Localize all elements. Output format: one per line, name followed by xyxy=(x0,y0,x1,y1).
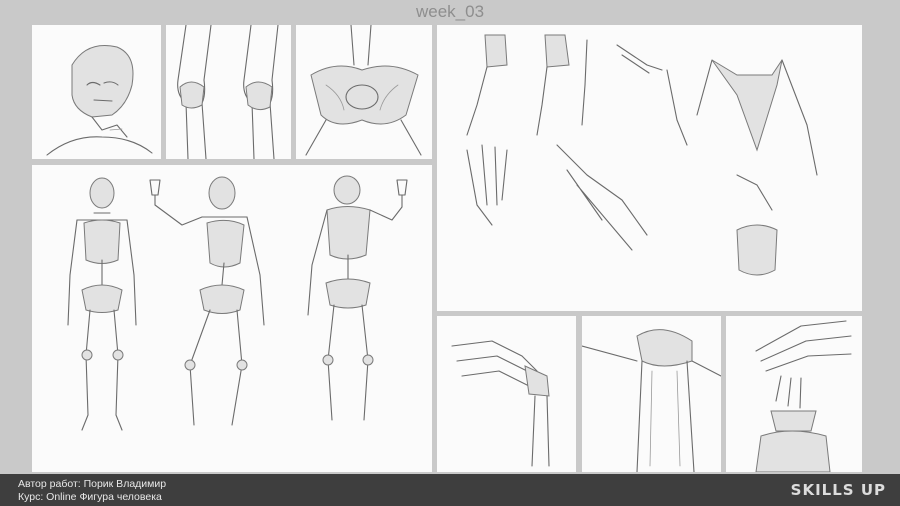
skills-up-logo: SKILLS UP xyxy=(790,481,886,499)
course-credit: Курс: Online Фигура человека xyxy=(18,491,162,503)
joint-detail-sketch-panel xyxy=(582,316,721,472)
hand-on-goblet-sketch-panel xyxy=(726,316,862,472)
page-title: week_03 xyxy=(415,2,485,21)
author-credit: Автор работ: Порик Владимир xyxy=(18,478,167,490)
hand-reach-sketch-panel xyxy=(437,316,576,472)
skull-sketch-panel xyxy=(32,25,161,159)
full-skeleton-panel xyxy=(32,165,432,472)
knee-sketch-panel xyxy=(166,25,291,159)
arm-hand-sketch-panel xyxy=(437,25,862,311)
pelvis-sketch-panel xyxy=(296,25,432,159)
footer-bar: Автор работ: Порик Владимир Курс: Online… xyxy=(0,474,900,506)
